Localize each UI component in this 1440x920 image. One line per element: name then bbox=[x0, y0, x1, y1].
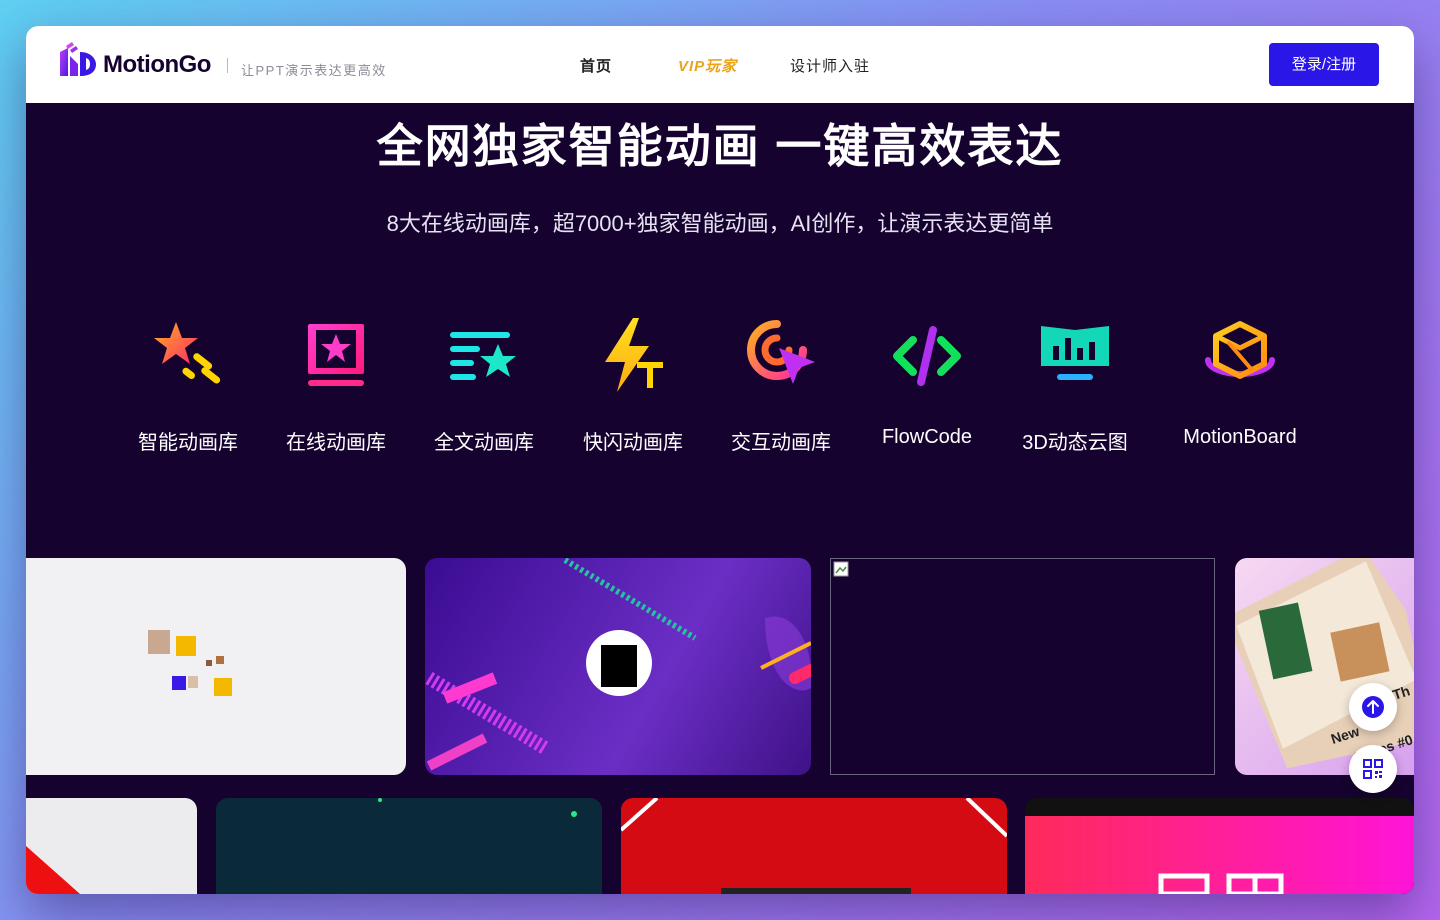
collage-thumbnail bbox=[148, 630, 232, 696]
login-register-button[interactable]: 登录/注册 bbox=[1269, 43, 1379, 86]
red-corner-thumbnail bbox=[26, 846, 80, 894]
category-label: FlowCode bbox=[881, 426, 973, 448]
lightning-text-icon bbox=[605, 318, 663, 392]
category-fulltext-animation[interactable]: 全文动画库 bbox=[419, 316, 549, 455]
star-frame-icon bbox=[308, 324, 364, 386]
showcase-card[interactable] bbox=[26, 798, 197, 894]
showcase-card-broken-image[interactable] bbox=[830, 558, 1215, 775]
text-star-icon bbox=[450, 332, 516, 380]
hero-subtitle: 8大在线动画库，超7000+独家智能动画，AI创作，让演示表达更简单 bbox=[386, 211, 1054, 236]
red-frame-thumbnail bbox=[621, 798, 1007, 894]
abstract-thumbnail bbox=[425, 558, 811, 771]
showcase-card[interactable] bbox=[621, 798, 1007, 894]
category-online-animation[interactable]: 在线动画库 bbox=[271, 316, 401, 455]
category-smart-animation[interactable]: 智能动画库 bbox=[123, 316, 253, 455]
nav-vip[interactable]: VIP玩家 bbox=[678, 55, 737, 76]
category-label: 全文动画库 bbox=[434, 432, 534, 454]
category-interactive-animation[interactable]: 交互动画库 bbox=[716, 316, 846, 455]
category-label: MotionBoard bbox=[1183, 426, 1297, 448]
pink-gradient-thumbnail bbox=[1025, 816, 1414, 894]
code-icon bbox=[893, 326, 961, 386]
browser-window: MotionGo 让PPT演示表达更高效 首页 VIP玩家 设计师入驻 登录/注… bbox=[26, 26, 1414, 894]
top-header: MotionGo 让PPT演示表达更高效 首页 VIP玩家 设计师入驻 登录/注… bbox=[26, 26, 1414, 103]
showcase-card[interactable] bbox=[425, 558, 811, 775]
category-label: 3D动态云图 bbox=[1022, 432, 1128, 454]
showcase-card[interactable] bbox=[26, 558, 406, 775]
logo-text[interactable]: MotionGo bbox=[103, 51, 211, 79]
showcase-card[interactable] bbox=[216, 798, 602, 894]
hero-title: 全网独家智能动画 一键高效表达 bbox=[376, 120, 1064, 172]
nav-home[interactable]: 首页 bbox=[580, 55, 612, 76]
back-to-top-button[interactable] bbox=[1349, 683, 1397, 731]
logo-divider bbox=[227, 58, 228, 73]
logo-slogan: 让PPT演示表达更高效 bbox=[241, 63, 387, 78]
showcase-card[interactable] bbox=[1025, 798, 1414, 894]
motiongo-logo-icon[interactable] bbox=[58, 42, 96, 78]
nav-designer[interactable]: 设计师入驻 bbox=[790, 55, 870, 76]
category-motionboard[interactable]: MotionBoard bbox=[1175, 316, 1305, 449]
cube-icon bbox=[1205, 321, 1275, 379]
showcase-card[interactable]: New Series #0 Th bbox=[1235, 558, 1414, 775]
category-label: 交互动画库 bbox=[731, 432, 831, 454]
star-streak-icon bbox=[154, 322, 221, 384]
arrow-up-icon bbox=[1362, 696, 1384, 718]
qr-code-icon bbox=[1363, 759, 1383, 779]
interior-thumbnail: New Series #0 Th bbox=[1235, 558, 1414, 769]
broken-image-icon bbox=[833, 561, 849, 577]
bar-chart-icon bbox=[1041, 326, 1109, 380]
dark-teal-thumbnail bbox=[378, 798, 577, 817]
category-flash-animation[interactable]: 快闪动画库 bbox=[568, 316, 698, 455]
category-flowcode[interactable]: FlowCode bbox=[862, 316, 992, 449]
qr-code-button[interactable] bbox=[1349, 745, 1397, 793]
category-label: 快闪动画库 bbox=[583, 432, 683, 454]
category-3d-cloud[interactable]: 3D动态云图 bbox=[1010, 316, 1140, 455]
category-label: 在线动画库 bbox=[286, 432, 386, 454]
cursor-target-icon bbox=[747, 320, 815, 384]
category-label: 智能动画库 bbox=[138, 432, 238, 454]
